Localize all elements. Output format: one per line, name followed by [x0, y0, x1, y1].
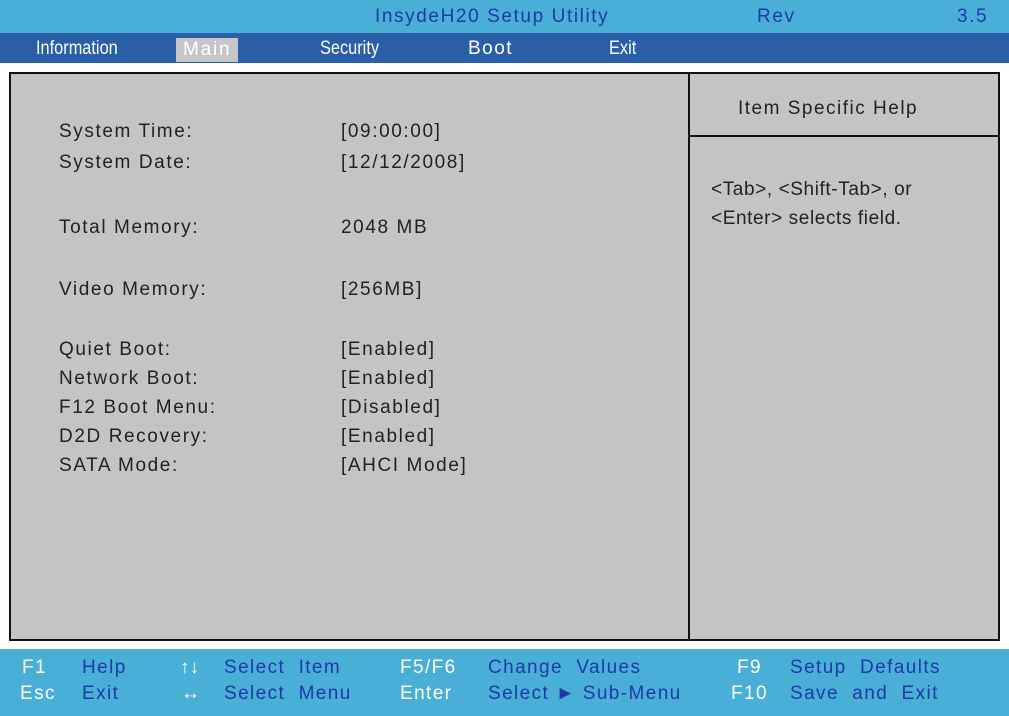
help-title: Item Specific Help — [738, 98, 919, 119]
up-down-arrows-icon: ↑↓ — [180, 657, 199, 678]
key-legend: F1 Help ↑↓ Select Item F5/F6 Change Valu… — [0, 649, 1009, 716]
setting-label: D2D Recovery: — [59, 426, 209, 447]
key-desc-save-and-exit: Save and Exit — [790, 683, 939, 704]
setting-label: Video Memory: — [59, 279, 208, 300]
help-divider — [690, 135, 998, 137]
setting-label: System Time: — [59, 121, 194, 142]
key-desc-change-values: Change Values — [488, 657, 642, 678]
key-desc-select-menu: Select Menu — [224, 683, 352, 704]
help-text-line: <Enter> selects field. — [711, 208, 902, 229]
key-desc-exit: Exit — [82, 683, 120, 704]
title-bar: InsydeH20 Setup Utility Rev 3.5 — [0, 0, 1009, 33]
setting-value[interactable]: [Enabled] — [341, 426, 436, 448]
app-title: InsydeH20 Setup Utility — [375, 6, 610, 27]
setting-value[interactable]: [256MB] — [341, 279, 423, 301]
setting-label: Total Memory: — [59, 217, 200, 238]
setting-label: SATA Mode: — [59, 455, 179, 476]
setting-value[interactable]: [Enabled] — [341, 368, 436, 390]
setting-label: Network Boot: — [59, 368, 200, 389]
setting-label: Quiet Boot: — [59, 339, 172, 360]
setting-value[interactable]: [09:00:00] — [341, 121, 442, 143]
setting-value[interactable]: [Disabled] — [341, 397, 442, 419]
key-f1: F1 — [22, 657, 47, 678]
setting-value[interactable]: [12/12/2008] — [341, 152, 466, 174]
setting-value[interactable]: [AHCI Mode] — [341, 455, 467, 477]
setting-value: 2048 MB — [341, 217, 429, 238]
key-f5-f6: F5/F6 — [400, 657, 457, 678]
tab-security[interactable]: Security — [320, 37, 379, 61]
key-desc-help: Help — [82, 657, 127, 678]
tab-boot[interactable]: Boot — [468, 37, 513, 61]
help-text-line: <Tab>, <Shift-Tab>, or — [711, 179, 913, 200]
key-desc-select-sub-menu: Select ► Sub-Menu — [488, 683, 682, 704]
setting-value[interactable]: [Enabled] — [341, 339, 436, 361]
main-panel: System Time: [09:00:00] System Date: [12… — [9, 72, 1000, 641]
key-f9: F9 — [737, 657, 762, 678]
key-enter: Enter — [400, 683, 453, 704]
key-desc-select-item: Select Item — [224, 657, 342, 678]
key-esc: Esc — [20, 683, 56, 704]
tab-information[interactable]: Information — [36, 37, 118, 61]
rev-value: 3.5 — [957, 6, 989, 27]
tab-main[interactable]: Main — [176, 38, 239, 62]
panel-divider — [688, 74, 690, 639]
key-desc-setup-defaults: Setup Defaults — [790, 657, 941, 678]
menu-bar: Information Main Security Boot Exit — [0, 33, 1009, 63]
left-right-arrows-icon: ↔ — [181, 683, 200, 704]
rev-label: Rev — [757, 6, 796, 27]
setting-label: F12 Boot Menu: — [59, 397, 217, 418]
tab-exit[interactable]: Exit — [609, 37, 636, 61]
key-f10: F10 — [731, 683, 768, 704]
setting-label: System Date: — [59, 152, 193, 173]
